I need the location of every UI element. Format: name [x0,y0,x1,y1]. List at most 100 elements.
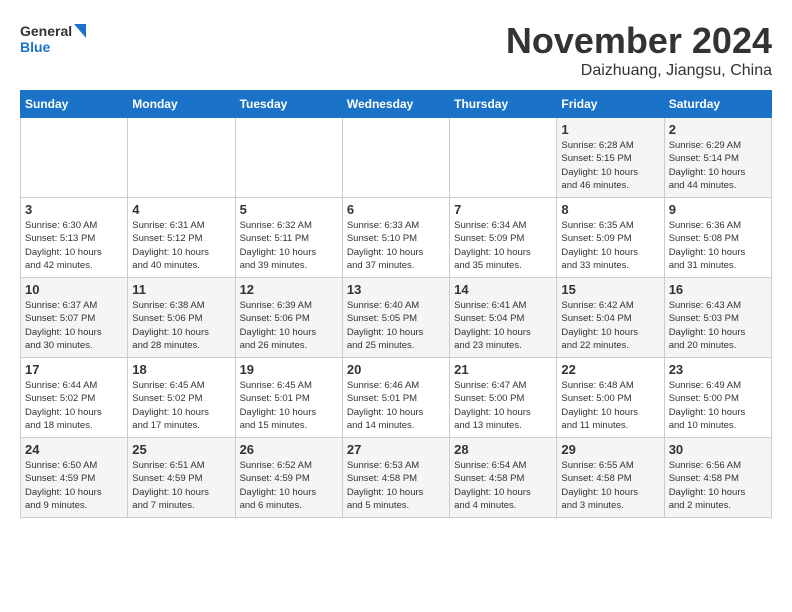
day-number: 4 [132,202,230,217]
day-info: Sunrise: 6:45 AM Sunset: 5:02 PM Dayligh… [132,379,230,432]
calendar-cell: 25 Sunrise: 6:51 AM Sunset: 4:59 PM Dayli… [128,438,235,518]
calendar-cell: 28 Sunrise: 6:54 AM Sunset: 4:58 PM Dayli… [450,438,557,518]
calendar-week-row: 3Sunrise: 6:30 AM Sunset: 5:13 PM Daylig… [21,198,772,278]
day-info: Sunrise: 6:53 AM Sunset: 4:58 PM Dayligh… [347,459,445,512]
day-info: Sunrise: 6:54 AM Sunset: 4:58 PM Dayligh… [454,459,552,512]
calendar-cell [342,118,449,198]
weekday-header: Sunday [21,91,128,118]
day-info: Sunrise: 6:38 AM Sunset: 5:06 PM Dayligh… [132,299,230,352]
calendar-cell: 23Sunrise: 6:49 AM Sunset: 5:00 PM Dayli… [664,358,771,438]
calendar-cell: 15 Sunrise: 6:42 AM Sunset: 5:04 PM Dayli… [557,278,664,358]
day-info: Sunrise: 6:55 AM Sunset: 4:58 PM Dayligh… [561,459,659,512]
day-info: Sunrise: 6:36 AM Sunset: 5:08 PM Dayligh… [669,219,767,272]
calendar-cell [128,118,235,198]
calendar-week-row: 24 Sunrise: 6:50 AM Sunset: 4:59 PM Dayli… [21,438,772,518]
weekday-header: Saturday [664,91,771,118]
day-number: 23 [669,362,767,377]
day-number: 18 [132,362,230,377]
day-number: 25 [132,442,230,457]
logo-icon: GeneralBlue [20,20,100,60]
day-number: 3 [25,202,123,217]
calendar-cell: 16 Sunrise: 6:43 AM Sunset: 5:03 PM Dayli… [664,278,771,358]
day-number: 26 [240,442,338,457]
day-number: 28 [454,442,552,457]
weekday-header: Friday [557,91,664,118]
day-info: Sunrise: 6:42 AM Sunset: 5:04 PM Dayligh… [561,299,659,352]
logo: GeneralBlue [20,20,100,60]
day-number: 21 [454,362,552,377]
weekday-header: Tuesday [235,91,342,118]
day-number: 22 [561,362,659,377]
day-number: 6 [347,202,445,217]
calendar-cell: 27Sunrise: 6:53 AM Sunset: 4:58 PM Dayli… [342,438,449,518]
day-number: 12 [240,282,338,297]
calendar-cell: 8Sunrise: 6:35 AM Sunset: 5:09 PM Daylig… [557,198,664,278]
day-number: 2 [669,122,767,137]
calendar-cell: 6 Sunrise: 6:33 AM Sunset: 5:10 PM Daylig… [342,198,449,278]
svg-text:General: General [20,23,72,39]
day-number: 29 [561,442,659,457]
day-info: Sunrise: 6:31 AM Sunset: 5:12 PM Dayligh… [132,219,230,272]
calendar-cell: 5 Sunrise: 6:32 AM Sunset: 5:11 PM Daylig… [235,198,342,278]
calendar-cell: 2 Sunrise: 6:29 AM Sunset: 5:14 PM Daylig… [664,118,771,198]
day-info: Sunrise: 6:46 AM Sunset: 5:01 PM Dayligh… [347,379,445,432]
day-number: 20 [347,362,445,377]
calendar-week-row: 1Sunrise: 6:28 AM Sunset: 5:15 PM Daylig… [21,118,772,198]
day-number: 7 [454,202,552,217]
header-row: SundayMondayTuesdayWednesdayThursdayFrid… [21,91,772,118]
calendar-cell: 12 Sunrise: 6:39 AM Sunset: 5:06 PM Dayli… [235,278,342,358]
calendar-cell [21,118,128,198]
calendar-cell: 4 Sunrise: 6:31 AM Sunset: 5:12 PM Daylig… [128,198,235,278]
calendar-week-row: 17 Sunrise: 6:44 AM Sunset: 5:02 PM Dayli… [21,358,772,438]
day-number: 24 [25,442,123,457]
month-title: November 2024 [506,20,772,62]
day-info: Sunrise: 6:51 AM Sunset: 4:59 PM Dayligh… [132,459,230,512]
day-info: Sunrise: 6:43 AM Sunset: 5:03 PM Dayligh… [669,299,767,352]
calendar-cell [450,118,557,198]
calendar-cell: 26 Sunrise: 6:52 AM Sunset: 4:59 PM Dayli… [235,438,342,518]
calendar-cell: 29 Sunrise: 6:55 AM Sunset: 4:58 PM Dayli… [557,438,664,518]
calendar-cell: 13Sunrise: 6:40 AM Sunset: 5:05 PM Dayli… [342,278,449,358]
day-info: Sunrise: 6:48 AM Sunset: 5:00 PM Dayligh… [561,379,659,432]
weekday-header: Thursday [450,91,557,118]
day-number: 13 [347,282,445,297]
day-number: 5 [240,202,338,217]
calendar-cell: 1Sunrise: 6:28 AM Sunset: 5:15 PM Daylig… [557,118,664,198]
svg-text:Blue: Blue [20,39,51,55]
day-number: 17 [25,362,123,377]
calendar-cell: 7 Sunrise: 6:34 AM Sunset: 5:09 PM Daylig… [450,198,557,278]
day-info: Sunrise: 6:47 AM Sunset: 5:00 PM Dayligh… [454,379,552,432]
calendar-cell: 11 Sunrise: 6:38 AM Sunset: 5:06 PM Dayli… [128,278,235,358]
weekday-header: Monday [128,91,235,118]
day-info: Sunrise: 6:32 AM Sunset: 5:11 PM Dayligh… [240,219,338,272]
day-number: 8 [561,202,659,217]
calendar-cell: 10 Sunrise: 6:37 AM Sunset: 5:07 PM Dayli… [21,278,128,358]
day-info: Sunrise: 6:41 AM Sunset: 5:04 PM Dayligh… [454,299,552,352]
day-number: 14 [454,282,552,297]
day-number: 30 [669,442,767,457]
calendar-cell: 19 Sunrise: 6:45 AM Sunset: 5:01 PM Dayli… [235,358,342,438]
day-number: 19 [240,362,338,377]
calendar-cell: 17 Sunrise: 6:44 AM Sunset: 5:02 PM Dayli… [21,358,128,438]
day-number: 10 [25,282,123,297]
calendar-cell: 21 Sunrise: 6:47 AM Sunset: 5:00 PM Dayli… [450,358,557,438]
day-info: Sunrise: 6:44 AM Sunset: 5:02 PM Dayligh… [25,379,123,432]
calendar-table: SundayMondayTuesdayWednesdayThursdayFrid… [20,90,772,518]
day-info: Sunrise: 6:56 AM Sunset: 4:58 PM Dayligh… [669,459,767,512]
day-number: 11 [132,282,230,297]
day-info: Sunrise: 6:45 AM Sunset: 5:01 PM Dayligh… [240,379,338,432]
day-info: Sunrise: 6:34 AM Sunset: 5:09 PM Dayligh… [454,219,552,272]
location-title: Daizhuang, Jiangsu, China [506,62,772,80]
day-info: Sunrise: 6:33 AM Sunset: 5:10 PM Dayligh… [347,219,445,272]
day-info: Sunrise: 6:52 AM Sunset: 4:59 PM Dayligh… [240,459,338,512]
day-info: Sunrise: 6:39 AM Sunset: 5:06 PM Dayligh… [240,299,338,352]
calendar-cell: 9Sunrise: 6:36 AM Sunset: 5:08 PM Daylig… [664,198,771,278]
calendar-cell: 3Sunrise: 6:30 AM Sunset: 5:13 PM Daylig… [21,198,128,278]
title-area: November 2024 Daizhuang, Jiangsu, China [506,20,772,80]
day-info: Sunrise: 6:29 AM Sunset: 5:14 PM Dayligh… [669,139,767,192]
day-number: 15 [561,282,659,297]
day-number: 16 [669,282,767,297]
day-info: Sunrise: 6:37 AM Sunset: 5:07 PM Dayligh… [25,299,123,352]
calendar-cell: 24 Sunrise: 6:50 AM Sunset: 4:59 PM Dayli… [21,438,128,518]
day-info: Sunrise: 6:50 AM Sunset: 4:59 PM Dayligh… [25,459,123,512]
